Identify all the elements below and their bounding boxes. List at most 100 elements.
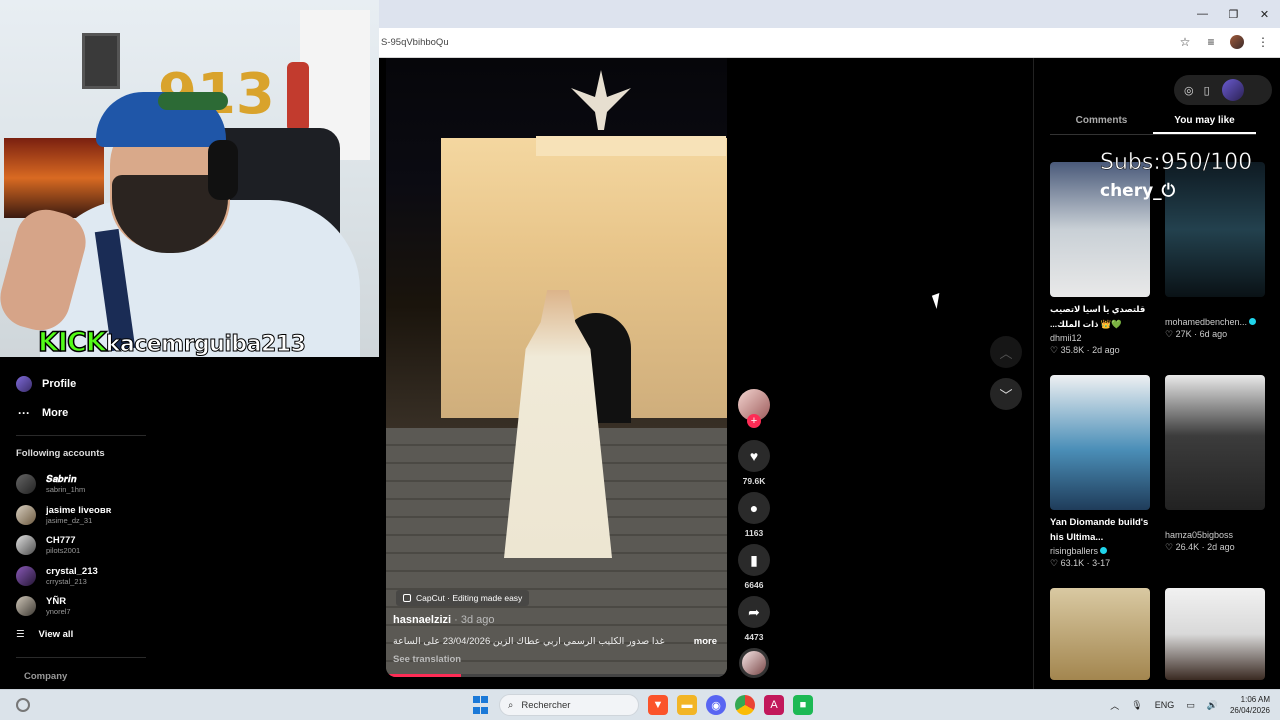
restore-button[interactable]: ❐ xyxy=(1218,0,1249,28)
comment-button[interactable]: ● xyxy=(738,492,770,524)
video-author-name[interactable]: hasnaelzizi xyxy=(393,614,451,626)
list-icon: ☰ xyxy=(16,629,25,640)
following-handle: ynorel7 xyxy=(46,607,71,617)
tab-comments[interactable]: Comments xyxy=(1050,115,1153,134)
discord-icon[interactable]: ◉ xyxy=(706,695,726,715)
close-button[interactable]: ✕ xyxy=(1249,0,1280,28)
view-all-link[interactable]: ☰ View all xyxy=(16,629,73,640)
browser-profile-avatar[interactable] xyxy=(1230,35,1244,49)
acrobat-icon[interactable]: A xyxy=(764,695,784,715)
network-monitor-icon[interactable]: ▭ xyxy=(1186,700,1195,711)
nav-more[interactable]: ··· More xyxy=(16,405,68,421)
following-item[interactable]: jasime liveᴏʙʀ jasime_dz_31 xyxy=(16,500,111,531)
video-progress-bar[interactable] xyxy=(386,674,727,677)
follow-plus-icon[interactable]: + xyxy=(747,414,761,428)
capcut-badge[interactable]: CapCut · Editing made easy xyxy=(396,590,530,606)
file-explorer-icon[interactable]: ▬ xyxy=(677,695,697,715)
following-name: 𝑺𝒂𝒃𝒓𝒊𝒏 xyxy=(46,474,77,486)
sound-disc[interactable] xyxy=(739,648,769,678)
language-indicator[interactable]: ENG xyxy=(1155,700,1175,710)
following-item[interactable]: YÑR ynorel7 xyxy=(16,591,111,622)
volume-icon[interactable]: 🔊 xyxy=(1207,700,1218,711)
following-handle: jasime_dz_31 xyxy=(46,515,93,525)
following-name: YÑR xyxy=(46,596,67,608)
compass-icon[interactable]: ◎ xyxy=(1184,84,1194,97)
kick-banner: KICK kacemrguiba213 xyxy=(37,326,306,357)
tray-chevron-up-icon[interactable]: ︿ xyxy=(1110,699,1119,712)
avatar xyxy=(16,504,36,525)
following-item[interactable]: CH777 pilots2001 xyxy=(16,530,111,561)
share-button[interactable]: ➦ xyxy=(738,596,770,628)
following-item[interactable]: crystal_213 crrystal_213 xyxy=(16,561,111,592)
headphones xyxy=(208,140,238,200)
following-name: CH777 xyxy=(46,535,76,547)
chrome-icon[interactable] xyxy=(735,695,755,715)
card-thumbnail[interactable] xyxy=(1050,375,1150,510)
app-icon[interactable]: ■ xyxy=(793,695,813,715)
window-controls: — ❐ ✕ xyxy=(1187,0,1280,28)
video-eagle-statue xyxy=(571,70,631,130)
like-count: 79.6K xyxy=(742,476,766,486)
heart-icon: ♥ xyxy=(749,448,759,464)
card-author[interactable]: mohamedbenchen... xyxy=(1165,317,1265,327)
stream-name-overlay: chery_⏻ xyxy=(1100,181,1176,201)
recommend-card[interactable]: mohamedbenchen... ♡ 27K · 6d ago xyxy=(1165,162,1265,340)
card-author[interactable]: hamza05bigboss xyxy=(1165,530,1265,540)
widgets-icon[interactable] xyxy=(16,698,30,712)
see-translation-link[interactable]: See translation xyxy=(393,654,461,665)
recommend-card[interactable] xyxy=(1165,588,1265,680)
search-icon: ⌕ xyxy=(508,699,514,711)
company-link[interactable]: Company xyxy=(24,671,67,682)
card-thumbnail[interactable] xyxy=(1165,162,1265,297)
recommend-card[interactable]: hamza05bigboss ♡ 26.4K · 2d ago xyxy=(1165,375,1265,553)
taskbar-search[interactable]: ⌕ Rechercher xyxy=(499,694,639,716)
card-thumbnail[interactable] xyxy=(1050,588,1150,680)
phone-icon[interactable]: ▯ xyxy=(1204,84,1210,97)
video-caption: غدا صدور الكليب الرسمي اربي عطاك الزين 2… xyxy=(393,636,665,647)
like-button[interactable]: ♥ xyxy=(738,440,770,472)
clock[interactable]: 1:06 AM 26/04/2026 xyxy=(1230,694,1270,716)
recommend-card[interactable] xyxy=(1050,588,1150,680)
view-all-label: View all xyxy=(38,629,74,640)
browser-menu-icon[interactable]: ⋮ xyxy=(1256,35,1270,49)
video-author[interactable]: hasnaelzizi · 3d ago xyxy=(393,614,495,626)
card-meta: ♡ 35.8K · 2d ago xyxy=(1050,345,1120,355)
video-player[interactable]: CapCut · Editing made easy hasnaelzizi ·… xyxy=(386,58,727,677)
system-tray: ︿ 🎙 ENG ▭ 🔊 1:06 AM 26/04/2026 xyxy=(1110,694,1270,716)
microphone-icon[interactable]: 🎙 xyxy=(1131,700,1142,711)
webcam-overlay: 913 KICK kacemrguiba213 xyxy=(0,0,379,357)
divider xyxy=(16,435,146,436)
recommend-card[interactable]: Yan Diomande build's his Ultima... risin… xyxy=(1050,375,1150,569)
address-bar[interactable]: S-95qVbihboQu ☆ ≡ ⋮ xyxy=(379,28,1280,58)
taskbar-apps: ⌕ Rechercher ▼ ▬ ◉ A ■ xyxy=(470,694,813,716)
save-button[interactable]: ▮ xyxy=(738,544,770,576)
user-avatar[interactable] xyxy=(1221,79,1244,101)
avatar xyxy=(16,565,36,586)
windows-start-icon[interactable] xyxy=(470,695,490,715)
next-video-button[interactable]: ﹀ xyxy=(990,378,1022,410)
following-item[interactable]: 𝑺𝒂𝒃𝒓𝒊𝒏 sabrin_1hm xyxy=(16,469,111,500)
avatar xyxy=(16,596,36,617)
url-text[interactable]: S-95qVbihboQu xyxy=(381,37,449,48)
previous-video-button[interactable]: ︿ xyxy=(990,336,1022,368)
following-handle: pilots2001 xyxy=(46,546,81,556)
minimize-button[interactable]: — xyxy=(1187,0,1218,28)
brave-icon[interactable]: ▼ xyxy=(648,695,668,715)
tab-you-may-like[interactable]: You may like xyxy=(1153,115,1256,134)
caption-more-button[interactable]: more xyxy=(694,636,717,647)
card-author[interactable]: risingballers xyxy=(1050,546,1150,556)
bookmark-star-icon[interactable]: ☆ xyxy=(1178,35,1192,49)
share-arrow-icon: ➦ xyxy=(748,603,760,620)
card-thumbnail[interactable] xyxy=(1165,375,1265,510)
card-thumbnail[interactable] xyxy=(1165,588,1265,680)
media-control-icon[interactable]: ≡ xyxy=(1204,35,1218,49)
nav-profile[interactable]: Profile xyxy=(16,376,76,392)
video-monument-top xyxy=(536,136,726,156)
verified-badge-icon xyxy=(1249,318,1257,325)
address-bar-icons: ☆ ≡ ⋮ xyxy=(1178,35,1270,49)
card-author[interactable]: dhmii12 xyxy=(1050,333,1150,343)
author-avatar[interactable]: + xyxy=(738,389,770,428)
mouse-cursor xyxy=(931,293,945,309)
action-rail: + ♥ 79.6K ● 1163 ▮ 6646 ➦ 4473 xyxy=(736,389,772,678)
chevron-down-icon: ﹀ xyxy=(999,387,1013,403)
